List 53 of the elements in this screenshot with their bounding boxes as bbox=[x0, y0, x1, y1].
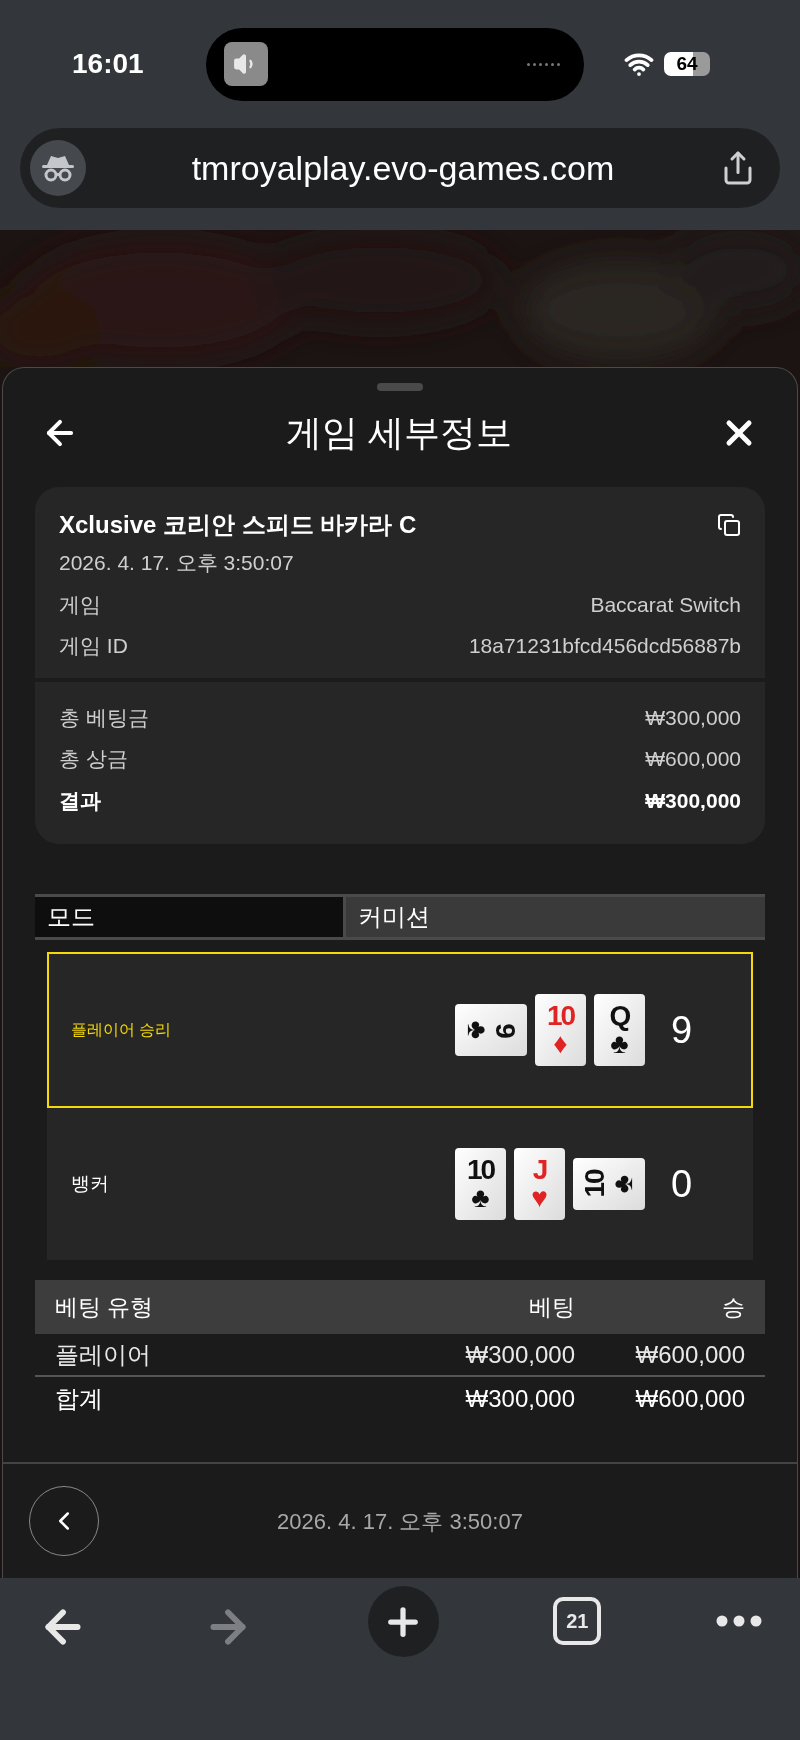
hand-label: 플레이어 승리 bbox=[71, 1020, 173, 1040]
total-value: ₩600,000 bbox=[645, 746, 741, 772]
table-cell-text: 플레이어 bbox=[55, 1339, 152, 1370]
detail-label: 게임 ID bbox=[59, 633, 128, 659]
dots-icon bbox=[527, 62, 560, 66]
total-label: 총 상금 bbox=[59, 746, 128, 772]
drag-handle[interactable] bbox=[377, 383, 423, 391]
status-time: 16:01 bbox=[72, 47, 145, 81]
table-cell-text: ₩300,000 bbox=[464, 1383, 575, 1414]
detail-label: 게임 bbox=[59, 591, 101, 618]
total-value: ₩300,000 bbox=[645, 704, 741, 731]
card-rank: 10 bbox=[546, 1002, 575, 1030]
card-rank: 10 bbox=[581, 1170, 609, 1198]
detail-value: Baccarat Switch bbox=[590, 591, 741, 618]
mode-value: 커미션 bbox=[346, 897, 765, 937]
hand-label: 뱅커 bbox=[71, 1171, 110, 1196]
card-suit: ♦ bbox=[553, 1030, 568, 1058]
card-rank: Q bbox=[609, 1002, 630, 1030]
table-cell-text: 합계 bbox=[55, 1383, 104, 1414]
footer-date: 2026. 4. 17. 오후 3:50:07 bbox=[276, 1507, 524, 1536]
incognito-icon bbox=[41, 154, 75, 182]
total-value: ₩300,000 bbox=[645, 787, 741, 814]
copy-icon[interactable] bbox=[717, 513, 741, 537]
column-header: 승 bbox=[721, 1292, 745, 1322]
card-suit: ♥ bbox=[531, 1184, 548, 1212]
speaker-icon bbox=[224, 42, 268, 86]
tabs-button[interactable]: 21 bbox=[553, 1597, 602, 1645]
more-icon[interactable] bbox=[716, 1615, 762, 1627]
mode-label: 모드 bbox=[35, 897, 346, 937]
card-rank: J bbox=[532, 1156, 547, 1184]
table-cell-text: ₩300,000 bbox=[464, 1339, 575, 1370]
detail-value: 18a71231bfcd456dcd56887b bbox=[468, 633, 741, 659]
table-cell-text: ₩600,000 bbox=[634, 1339, 745, 1370]
sheet-title: 게임 세부정보 bbox=[285, 410, 513, 455]
total-label: 총 베팅금 bbox=[59, 704, 149, 731]
card-suit: ♣ bbox=[463, 1020, 491, 1040]
table-cell-text: ₩600,000 bbox=[634, 1383, 745, 1414]
card-rank: 10 bbox=[466, 1156, 495, 1184]
card-rank: 9 bbox=[491, 1023, 519, 1037]
battery-indicator: 64 bbox=[664, 52, 710, 76]
column-header: 베팅 유형 bbox=[55, 1292, 155, 1322]
url-text: tmroyalplay.evo-games.com bbox=[190, 147, 616, 189]
incognito-button[interactable] bbox=[30, 140, 86, 196]
game-name: Xclusive 코리안 스피드 바카라 C bbox=[59, 510, 418, 540]
card-suit: ♣ bbox=[609, 1174, 637, 1194]
card-suit: ♣ bbox=[610, 1030, 629, 1058]
total-label: 결과 bbox=[59, 787, 101, 814]
hand-score: 9 bbox=[671, 1007, 694, 1053]
card-suit: ♣ bbox=[471, 1184, 490, 1212]
address-bar[interactable]: tmroyalplay.evo-games.com bbox=[20, 128, 780, 208]
game-date: 2026. 4. 17. 오후 3:50:07 bbox=[59, 550, 295, 576]
column-header: 베팅 bbox=[528, 1292, 575, 1322]
hand-score: 0 bbox=[671, 1161, 694, 1207]
